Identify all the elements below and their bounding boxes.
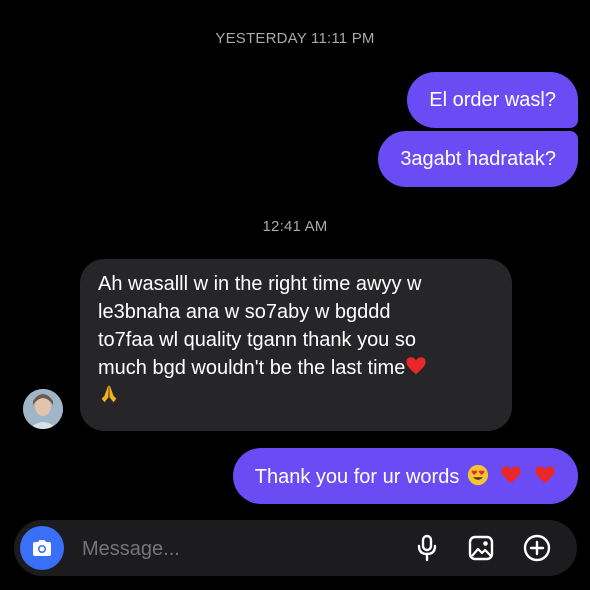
- outgoing-message[interactable]: Thank you for ur words: [232, 448, 578, 504]
- outgoing-message[interactable]: El order wasl?: [407, 72, 578, 128]
- message-text: El order wasl?: [429, 89, 556, 111]
- timestamp: YESTERDAY 11:11 PM: [215, 30, 375, 47]
- message-text: 3agabt hadratak?: [400, 148, 556, 170]
- gallery-icon: [468, 535, 494, 561]
- message-line: le3bnaha ana w so7aby w bgddd: [98, 301, 391, 323]
- camera-button[interactable]: [20, 526, 64, 570]
- timestamp: 12:41 AM: [262, 218, 328, 235]
- gallery-button[interactable]: [466, 533, 496, 563]
- message-composer: [14, 520, 577, 576]
- avatar[interactable]: [23, 389, 63, 429]
- red-heart-emoji: [535, 466, 555, 484]
- camera-icon: [33, 540, 51, 556]
- microphone-button[interactable]: [412, 533, 442, 563]
- microphone-icon: [417, 534, 437, 562]
- add-button[interactable]: [522, 533, 552, 563]
- message-text: Thank you for ur words: [254, 466, 460, 488]
- message-line: to7faa wl quality tgann thank you so: [98, 329, 416, 351]
- plus-circle-icon: [523, 534, 551, 562]
- incoming-message[interactable]: Ah wasalll w in the right time awyy w le…: [80, 259, 512, 431]
- red-heart-emoji: [406, 357, 426, 375]
- heart-eyes-emoji: [467, 464, 488, 486]
- folded-hands-emoji: [101, 385, 117, 403]
- message-input[interactable]: [80, 536, 374, 562]
- chat-screen: YESTERDAY 11:11 PM El order wasl? 3agabt…: [0, 0, 590, 590]
- message-line: Ah wasalll w in the right time awyy w: [98, 273, 422, 295]
- outgoing-message[interactable]: 3agabt hadratak?: [378, 131, 578, 187]
- message-line: much bgd wouldn't be the last time: [98, 357, 406, 379]
- red-heart-emoji: [501, 466, 522, 484]
